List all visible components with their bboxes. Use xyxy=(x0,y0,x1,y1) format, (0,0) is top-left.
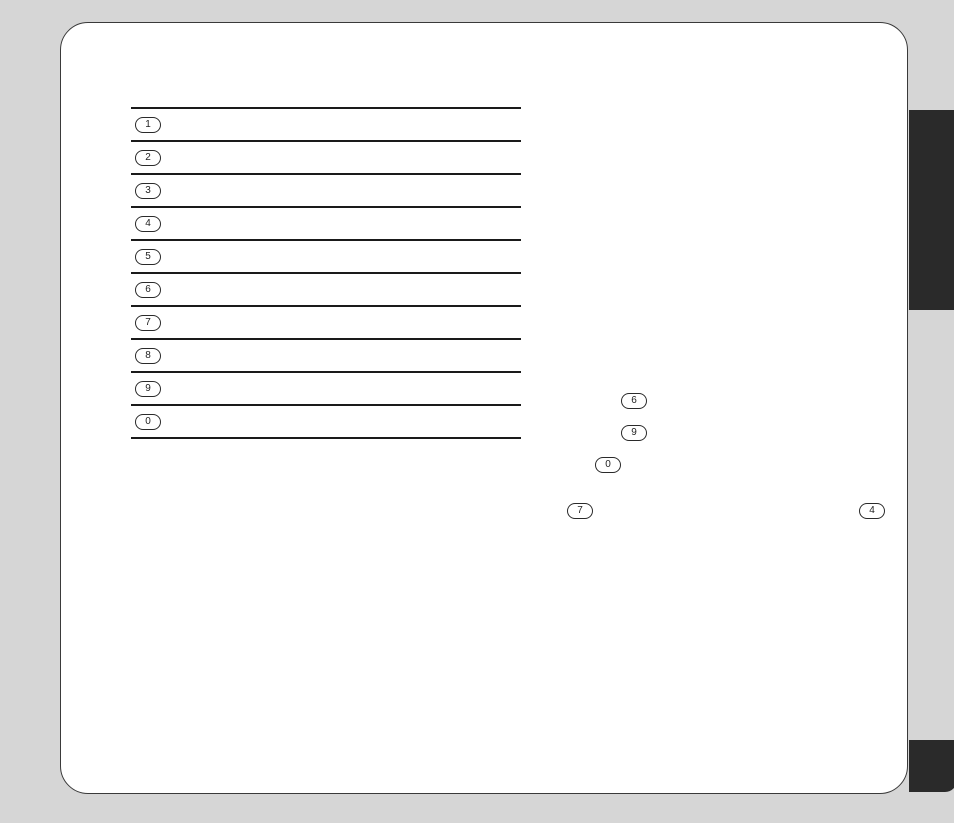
list-row: 8 xyxy=(131,340,521,373)
list-row: 9 xyxy=(131,373,521,406)
list-row: 6 xyxy=(131,274,521,307)
document-page: 1 2 3 4 5 6 7 8 9 0 6 9 0 7 4 xyxy=(60,22,908,794)
list-number-pill: 3 xyxy=(135,183,161,199)
list-number-pill: 4 xyxy=(135,216,161,232)
list-number-pill: 6 xyxy=(135,282,161,298)
list-header-row xyxy=(131,67,521,109)
list-number-pill: 7 xyxy=(135,315,161,331)
reference-pill: 0 xyxy=(595,457,621,473)
reference-pill: 9 xyxy=(621,425,647,441)
list-number-pill: 5 xyxy=(135,249,161,265)
list-row: 5 xyxy=(131,241,521,274)
list-number-pill: 1 xyxy=(135,117,161,133)
list-row: 0 xyxy=(131,406,521,439)
list-row: 4 xyxy=(131,208,521,241)
reference-pill: 4 xyxy=(859,503,885,519)
numbered-list: 1 2 3 4 5 6 7 8 9 0 xyxy=(131,67,521,439)
side-tab-upper xyxy=(909,110,954,310)
list-number-pill: 8 xyxy=(135,348,161,364)
reference-pill: 6 xyxy=(621,393,647,409)
list-number-pill: 2 xyxy=(135,150,161,166)
list-row: 2 xyxy=(131,142,521,175)
side-tab-lower xyxy=(909,740,954,792)
list-number-pill: 9 xyxy=(135,381,161,397)
list-row: 3 xyxy=(131,175,521,208)
list-number-pill: 0 xyxy=(135,414,161,430)
list-row: 1 xyxy=(131,109,521,142)
list-row: 7 xyxy=(131,307,521,340)
reference-pill: 7 xyxy=(567,503,593,519)
